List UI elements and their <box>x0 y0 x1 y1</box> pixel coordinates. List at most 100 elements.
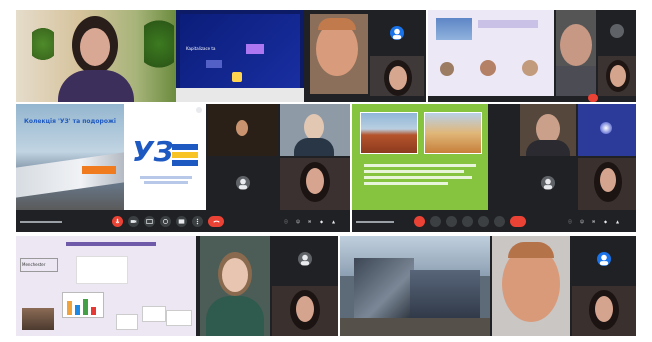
slide-title-line <box>66 242 156 246</box>
microphone-icon <box>115 218 120 224</box>
plant-icon <box>32 28 54 68</box>
person-face <box>560 24 592 66</box>
presentation-tile[interactable] <box>340 236 490 336</box>
participant-avatar-tile[interactable] <box>370 14 424 54</box>
end-call-icon <box>212 220 220 223</box>
video-tile-participant[interactable] <box>208 104 278 156</box>
screenshot-1-right <box>306 10 426 102</box>
slide-photo <box>424 112 482 154</box>
people-icon[interactable]: ☺ <box>296 219 300 224</box>
chart-bar <box>75 305 80 315</box>
slide-text-line <box>364 170 464 173</box>
more-options-button[interactable] <box>494 216 505 227</box>
present-button[interactable] <box>176 216 187 227</box>
participant-avatar-tile[interactable] <box>272 236 338 284</box>
mic-off-icon <box>196 107 202 113</box>
video-tile-participant[interactable] <box>578 104 636 156</box>
slide-photo <box>22 308 54 330</box>
video-tile-participant[interactable] <box>556 10 596 96</box>
avatar <box>541 176 555 190</box>
meeting-code-line <box>356 221 394 223</box>
activities-icon[interactable]: ◆ <box>604 219 607 224</box>
presentation-tile[interactable]: Menchester <box>16 236 196 336</box>
video-tile-participant[interactable] <box>572 286 636 336</box>
slide-title: Колекція 'УЗ' та подорожі <box>24 118 116 125</box>
video-tile-participant[interactable] <box>280 104 350 156</box>
microphone-button[interactable] <box>112 216 123 227</box>
presentation-tile[interactable]: Kapitalizace ta <box>176 10 304 102</box>
video-tile-participant[interactable] <box>200 236 270 336</box>
end-call-button[interactable] <box>510 216 526 227</box>
captions-button[interactable] <box>144 216 155 227</box>
slide-text-line <box>364 176 472 179</box>
more-options-button[interactable] <box>192 216 203 227</box>
activities-icon[interactable]: ◆ <box>320 219 323 224</box>
participant-avatar-tile[interactable] <box>520 158 576 210</box>
info-icon[interactable]: ⓘ <box>568 219 572 224</box>
lock-icon[interactable]: ▲ <box>616 219 619 224</box>
chat-icon[interactable]: ✉ <box>308 219 311 224</box>
person-hair <box>318 18 356 30</box>
captions-button[interactable] <box>446 216 457 227</box>
slide-heading: Kapitalizace ta <box>186 46 216 51</box>
video-tile-participant[interactable] <box>310 14 368 94</box>
video-tile-participant[interactable] <box>578 158 636 210</box>
video-tile-participant[interactable] <box>280 158 350 210</box>
slide-image <box>436 18 472 40</box>
meet-control-bar: ⓘ ☺ ✉ ◆ ▲ <box>352 212 636 232</box>
uz-logo: УЗ <box>132 135 198 170</box>
person-face <box>600 168 616 192</box>
slide-photo-train <box>410 270 480 320</box>
chart-bar <box>67 301 72 315</box>
slide-text-line <box>364 182 448 185</box>
video-tile-participant[interactable] <box>370 56 424 96</box>
end-call-button[interactable] <box>208 216 224 227</box>
slide-heading <box>478 20 538 28</box>
person-icon <box>238 178 248 190</box>
info-icon[interactable]: ⓘ <box>284 219 288 224</box>
person-face <box>389 66 407 90</box>
screenshot-6 <box>340 236 636 336</box>
slide-box <box>206 60 222 68</box>
people-icon[interactable]: ☺ <box>580 219 584 224</box>
participant-avatar-tile[interactable] <box>598 10 636 54</box>
avatar <box>390 26 404 40</box>
participant-avatar-tile[interactable] <box>572 236 636 284</box>
presentation-tile[interactable]: Колекція 'УЗ' та подорожі УЗ <box>16 104 206 210</box>
person-icon <box>300 254 310 266</box>
slide-text-line <box>364 164 476 167</box>
slide-photo-train <box>354 258 414 318</box>
video-tile-participant[interactable] <box>272 286 338 336</box>
screenshot-4: ⓘ ☺ ✉ ◆ ▲ <box>352 104 636 232</box>
meet-control-bar: ⓘ ☺ ✉ ◆ ▲ <box>16 212 350 232</box>
person-icon <box>599 254 609 266</box>
presentation-tile[interactable] <box>428 10 554 96</box>
participant-avatar-tile[interactable] <box>208 158 278 210</box>
reaction-button[interactable] <box>160 216 171 227</box>
video-tile-speaker[interactable] <box>16 10 176 102</box>
reaction-icon <box>163 219 168 224</box>
slide-photo <box>480 60 496 76</box>
lock-icon[interactable]: ▲ <box>332 219 335 224</box>
logo-caption-line <box>144 181 188 184</box>
slide-box <box>246 44 264 54</box>
camera-button[interactable] <box>128 216 139 227</box>
video-tile-participant[interactable] <box>520 104 576 156</box>
end-call-button[interactable] <box>588 94 598 102</box>
camera-icon <box>130 220 137 223</box>
video-tile-participant[interactable] <box>598 56 636 96</box>
video-tile-participant[interactable] <box>492 236 570 336</box>
camera-button[interactable] <box>430 216 441 227</box>
present-button[interactable] <box>478 216 489 227</box>
presentation-tile[interactable] <box>352 104 488 210</box>
captions-icon <box>146 219 153 224</box>
person-body <box>206 296 264 336</box>
meeting-code-line <box>20 221 62 223</box>
chat-icon[interactable]: ✉ <box>592 219 595 224</box>
person-hair <box>508 242 554 258</box>
microphone-button[interactable] <box>414 216 425 227</box>
present-icon <box>178 219 185 224</box>
reaction-button[interactable] <box>462 216 473 227</box>
avatar <box>610 24 624 38</box>
person-face <box>595 296 613 322</box>
